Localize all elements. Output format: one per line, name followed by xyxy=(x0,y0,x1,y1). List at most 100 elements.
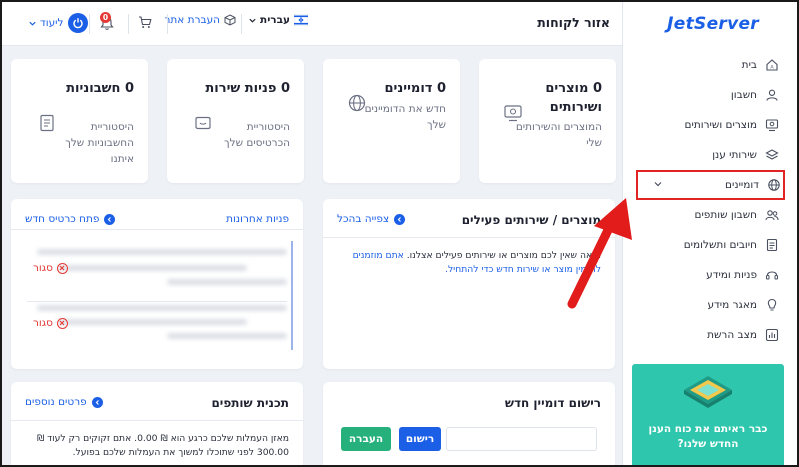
cart-icon[interactable] xyxy=(138,15,152,29)
sidebar-item-label: בית xyxy=(741,59,757,71)
transfer-site-button[interactable]: העברת אתר xyxy=(164,14,236,26)
blurred-text xyxy=(37,305,287,311)
stat-card-domains[interactable]: 0 דומיינים חדש את הדומיינים שלך xyxy=(323,59,460,183)
stat-card-invoices[interactable]: 0 חשבוניות היסטוריית החשבוניות שלך איתנו xyxy=(11,59,148,183)
products-icon xyxy=(765,118,779,132)
blurred-text xyxy=(57,319,247,325)
sidebar: JetServer A בית חשבון מוצרים ושירותים שי… xyxy=(622,2,797,465)
cloud-promo-banner[interactable]: כבר ראיתם את כוח הענן החדש שלנו? xyxy=(632,364,784,465)
user-menu[interactable]: ליעוד xyxy=(28,13,89,33)
jetserver-logo[interactable]: JetServer xyxy=(667,14,759,34)
stat-subtitle: חדש את הדומיינים שלך xyxy=(364,103,446,131)
view-all-label: צפייה בהכל xyxy=(337,213,390,225)
status-label: סגור xyxy=(33,262,53,274)
section-title: תכנית שותפים xyxy=(211,396,289,410)
stat-subtitle: היסטוריית החשבוניות שלך איתנו xyxy=(65,121,134,165)
sidebar-item-billing[interactable]: חיובים ותשלומים xyxy=(622,230,797,260)
headset-icon xyxy=(765,268,779,282)
app-frame: אזור לקוחות עברית העברת אתר 0 ליעוד JetS… xyxy=(0,0,799,467)
status-badge: סגור xyxy=(33,317,68,329)
open-ticket-link[interactable]: פתח כרטיס חדש xyxy=(25,213,116,225)
partners-icon xyxy=(765,208,779,222)
stat-title: 0 חשבוניות xyxy=(66,81,134,96)
stat-card-products[interactable]: 0 מוצרים ושירותים המוצרים והשירותים שלי xyxy=(479,59,616,183)
invoice-icon xyxy=(37,113,57,133)
transfer-site-label: העברת אתר xyxy=(164,14,220,26)
affiliate-panel: תכנית שותפים פרטים נוספים מאזן העמלות של… xyxy=(11,382,303,465)
user-icon xyxy=(765,88,779,102)
promo-text: כבר ראיתם את כוח הענן החדש שלנו? xyxy=(648,423,768,450)
section-title: רישום דומיין חדש xyxy=(504,396,601,410)
sidebar-item-partners[interactable]: חשבון שותפים xyxy=(622,200,797,230)
separator xyxy=(167,14,168,34)
status-badge: סגור xyxy=(33,262,68,274)
sidebar-item-label: חשבון שותפים xyxy=(694,209,757,221)
recent-tickets-panel: פניות אחרונות פתח כרטיס חדש סגור סגור xyxy=(11,199,303,369)
sidebar-item-label: חיובים ותשלומים xyxy=(683,239,757,251)
chevron-circle-icon xyxy=(91,396,103,408)
sidebar-item-label: מאגר מידע xyxy=(707,299,757,311)
sidebar-item-network-status[interactable]: מצב הרשת xyxy=(622,320,797,350)
red-arrow-annotation xyxy=(567,198,632,309)
sidebar-item-label: פניות ומידע xyxy=(706,269,757,281)
sidebar-item-label: מוצרים ושירותים xyxy=(684,119,757,131)
blurred-text xyxy=(37,249,287,255)
language-selector[interactable]: עברית xyxy=(248,14,308,26)
close-circle-icon xyxy=(56,262,68,274)
divider xyxy=(11,229,303,230)
section-title[interactable]: פניות אחרונות xyxy=(226,213,289,225)
page-title: אזור לקוחות xyxy=(537,15,610,30)
view-all-link[interactable]: צפייה בהכל xyxy=(337,213,406,225)
sidebar-item-products[interactable]: מוצרים ושירותים xyxy=(622,110,797,140)
sidebar-item-cloud[interactable]: שירותי ענן xyxy=(622,140,797,170)
register-button[interactable]: רישום xyxy=(399,427,441,451)
more-details-label: פרטים נוספים xyxy=(25,396,87,408)
globe-icon xyxy=(767,178,781,192)
chevron-circle-icon xyxy=(394,213,406,225)
domain-register-panel: רישום דומיין חדש רישום העברה xyxy=(323,382,615,465)
ticket-indicator xyxy=(291,295,293,350)
ticket-row[interactable]: סגור xyxy=(27,295,293,350)
chart-icon xyxy=(765,328,779,342)
ticket-row[interactable]: סגור xyxy=(27,241,293,296)
cloud-icon xyxy=(765,148,779,162)
chevron-down-icon xyxy=(29,21,36,26)
globe-icon xyxy=(347,93,367,113)
divider xyxy=(11,420,303,421)
chevron-down-icon[interactable] xyxy=(652,178,664,190)
sidebar-item-knowledgebase[interactable]: מאגר מידע xyxy=(622,290,797,320)
blurred-text xyxy=(167,279,287,285)
sidebar-item-account[interactable]: חשבון xyxy=(622,80,797,110)
top-bar: אזור לקוחות עברית העברת אתר 0 ליעוד xyxy=(2,2,626,46)
open-ticket-label: פתח כרטיס חדש xyxy=(25,213,100,225)
stat-title: 0 פניות שירות xyxy=(205,81,290,96)
blurred-text xyxy=(57,265,247,271)
more-details-link[interactable]: פרטים נוספים xyxy=(25,396,103,408)
sidebar-item-home[interactable]: A בית xyxy=(622,50,797,80)
chevron-down-icon xyxy=(249,18,256,23)
chevron-circle-icon xyxy=(104,213,116,225)
close-circle-icon xyxy=(56,317,68,329)
products-icon xyxy=(503,103,523,123)
sidebar-item-label: דומיינים xyxy=(725,179,759,191)
affiliate-text: מאזן העמלות שלכם כרגע הוא ₪ 0.00. אתם זק… xyxy=(36,433,289,458)
language-label: עברית xyxy=(260,14,290,26)
billing-icon xyxy=(765,238,779,252)
separator xyxy=(128,14,129,34)
sidebar-item-label: חשבון xyxy=(730,89,757,101)
chip-illustration-icon xyxy=(684,376,732,408)
sidebar-item-support[interactable]: פניות ומידע xyxy=(622,260,797,290)
stat-card-tickets[interactable]: 0 פניות שירות היסטוריית הכרטיסים שלך xyxy=(167,59,304,183)
power-icon xyxy=(68,13,89,33)
blurred-text xyxy=(167,333,287,339)
domain-search-input[interactable] xyxy=(446,427,597,451)
israel-flag-icon xyxy=(294,14,308,26)
sidebar-nav: A בית חשבון מוצרים ושירותים שירותי ענן ד… xyxy=(622,50,797,350)
separator xyxy=(89,14,90,34)
transfer-button[interactable]: העברה xyxy=(341,427,391,451)
stat-subtitle: המוצרים והשירותים שלי xyxy=(515,121,602,149)
sidebar-item-domains[interactable]: דומיינים xyxy=(636,170,785,200)
status-label: סגור xyxy=(33,317,53,329)
sidebar-item-label: מצב הרשת xyxy=(707,329,757,341)
home-icon: A xyxy=(765,58,779,72)
